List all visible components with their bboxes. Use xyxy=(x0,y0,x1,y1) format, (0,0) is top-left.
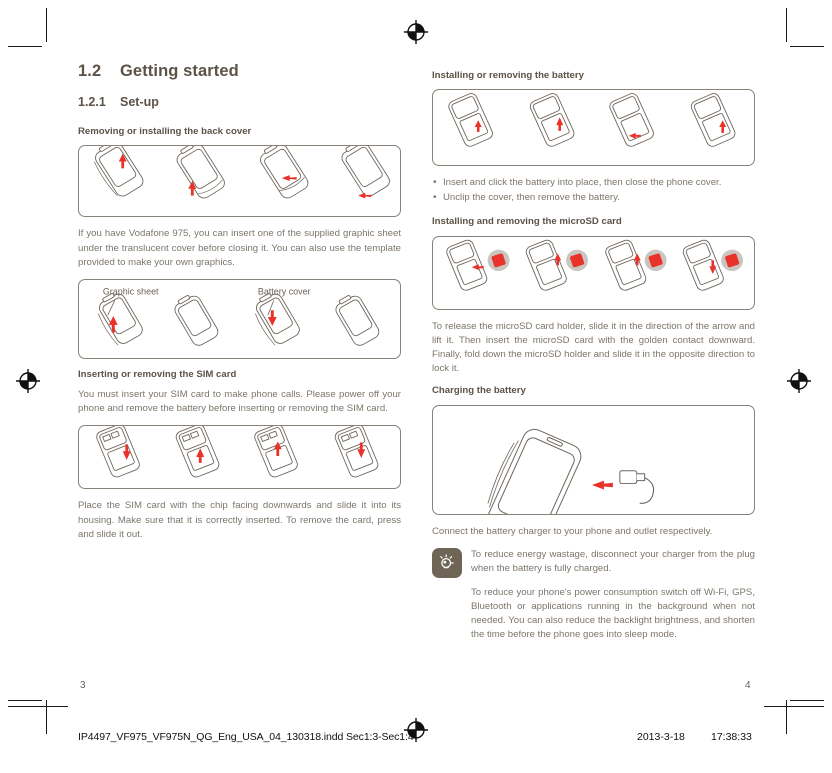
back-cover-heading: Removing or installing the back cover xyxy=(78,126,252,137)
sim-heading: Inserting or removing the SIM card xyxy=(78,368,237,380)
section-heading: 1.2 Getting started xyxy=(78,62,401,81)
registration-mark-top xyxy=(403,19,429,45)
crop-mark-bottom-right-h xyxy=(790,700,824,701)
footer-rule-left xyxy=(8,706,68,707)
crop-mark-bottom-left-h xyxy=(8,700,42,701)
lightbulb-tip-icon xyxy=(432,547,462,578)
back-cover-paragraph: If you have Vodafone 975, you can insert… xyxy=(78,228,401,268)
sim-paragraph: You must insert your SIM card to make ph… xyxy=(78,389,401,415)
crop-mark-top-right-v xyxy=(786,8,787,42)
subsection-title: Set-up xyxy=(120,95,159,109)
charging-heading: Charging the battery xyxy=(432,385,526,397)
page-number-right: 4 xyxy=(745,680,751,691)
section-number: 1.2 xyxy=(78,62,102,80)
graphic-sheet-figure: Graphic sheet Battery cover xyxy=(78,278,401,359)
left-page-column: 1.2 Getting started 1.2.1 Set-up Removing … xyxy=(78,62,401,551)
list-item: Insert and click the battery into place,… xyxy=(432,175,755,190)
section-title: Getting started xyxy=(120,62,239,80)
crop-mark-top-right-h xyxy=(790,46,824,47)
crop-mark-top-left-h xyxy=(8,46,42,47)
right-page-column: Installing or removing the battery • Ins… xyxy=(432,70,755,642)
sim-paragraph-after: Place the SIM card with the chip facing … xyxy=(78,500,401,540)
microsd-paragraph: To release the microSD card holder, slid… xyxy=(432,320,755,374)
document-spread: 1.2 Getting started 1.2.1 Set-up Removing … xyxy=(0,0,832,773)
list-item: Unclip the cover, then remove the batter… xyxy=(432,190,755,205)
graphic-sheet-label: Graphic sheet xyxy=(103,286,159,296)
footer-rule-right xyxy=(764,706,824,707)
battery-figure xyxy=(432,89,755,167)
battery-heading: Installing or removing the battery xyxy=(432,70,584,81)
subsection-number: 1.2.1 xyxy=(78,95,106,109)
crop-mark-top-left-v xyxy=(46,8,47,42)
tip-extra-text: To reduce your phone's power consumption… xyxy=(471,586,755,640)
charging-figure xyxy=(432,404,755,515)
subsection-heading: 1.2.1 Set-up xyxy=(78,95,401,109)
page-number-left: 3 xyxy=(80,680,86,691)
back-cover-removal-figure xyxy=(78,145,401,218)
battery-bullets: Insert and click the battery into place,… xyxy=(432,175,755,205)
microsd-figure xyxy=(432,235,755,310)
sim-card-figure xyxy=(78,425,401,490)
tip-callout: To reduce energy wastage, disconnect you… xyxy=(432,547,755,578)
imprint-filename: IP4497_VF975_VF975N_QG_Eng_USA_04_130318… xyxy=(78,731,414,743)
battery-cover-label: Battery cover xyxy=(258,286,311,296)
charging-paragraph: Connect the battery charger to your phon… xyxy=(432,525,713,537)
imprint-time: 17:38:33 xyxy=(711,731,752,743)
registration-mark-right xyxy=(786,368,812,394)
tip-text: To reduce energy wastage, disconnect you… xyxy=(471,548,755,574)
registration-mark-left xyxy=(15,368,41,394)
imprint-date: 2013-3-18 xyxy=(637,731,685,743)
microsd-heading: Installing and removing the microSD card xyxy=(432,216,622,228)
